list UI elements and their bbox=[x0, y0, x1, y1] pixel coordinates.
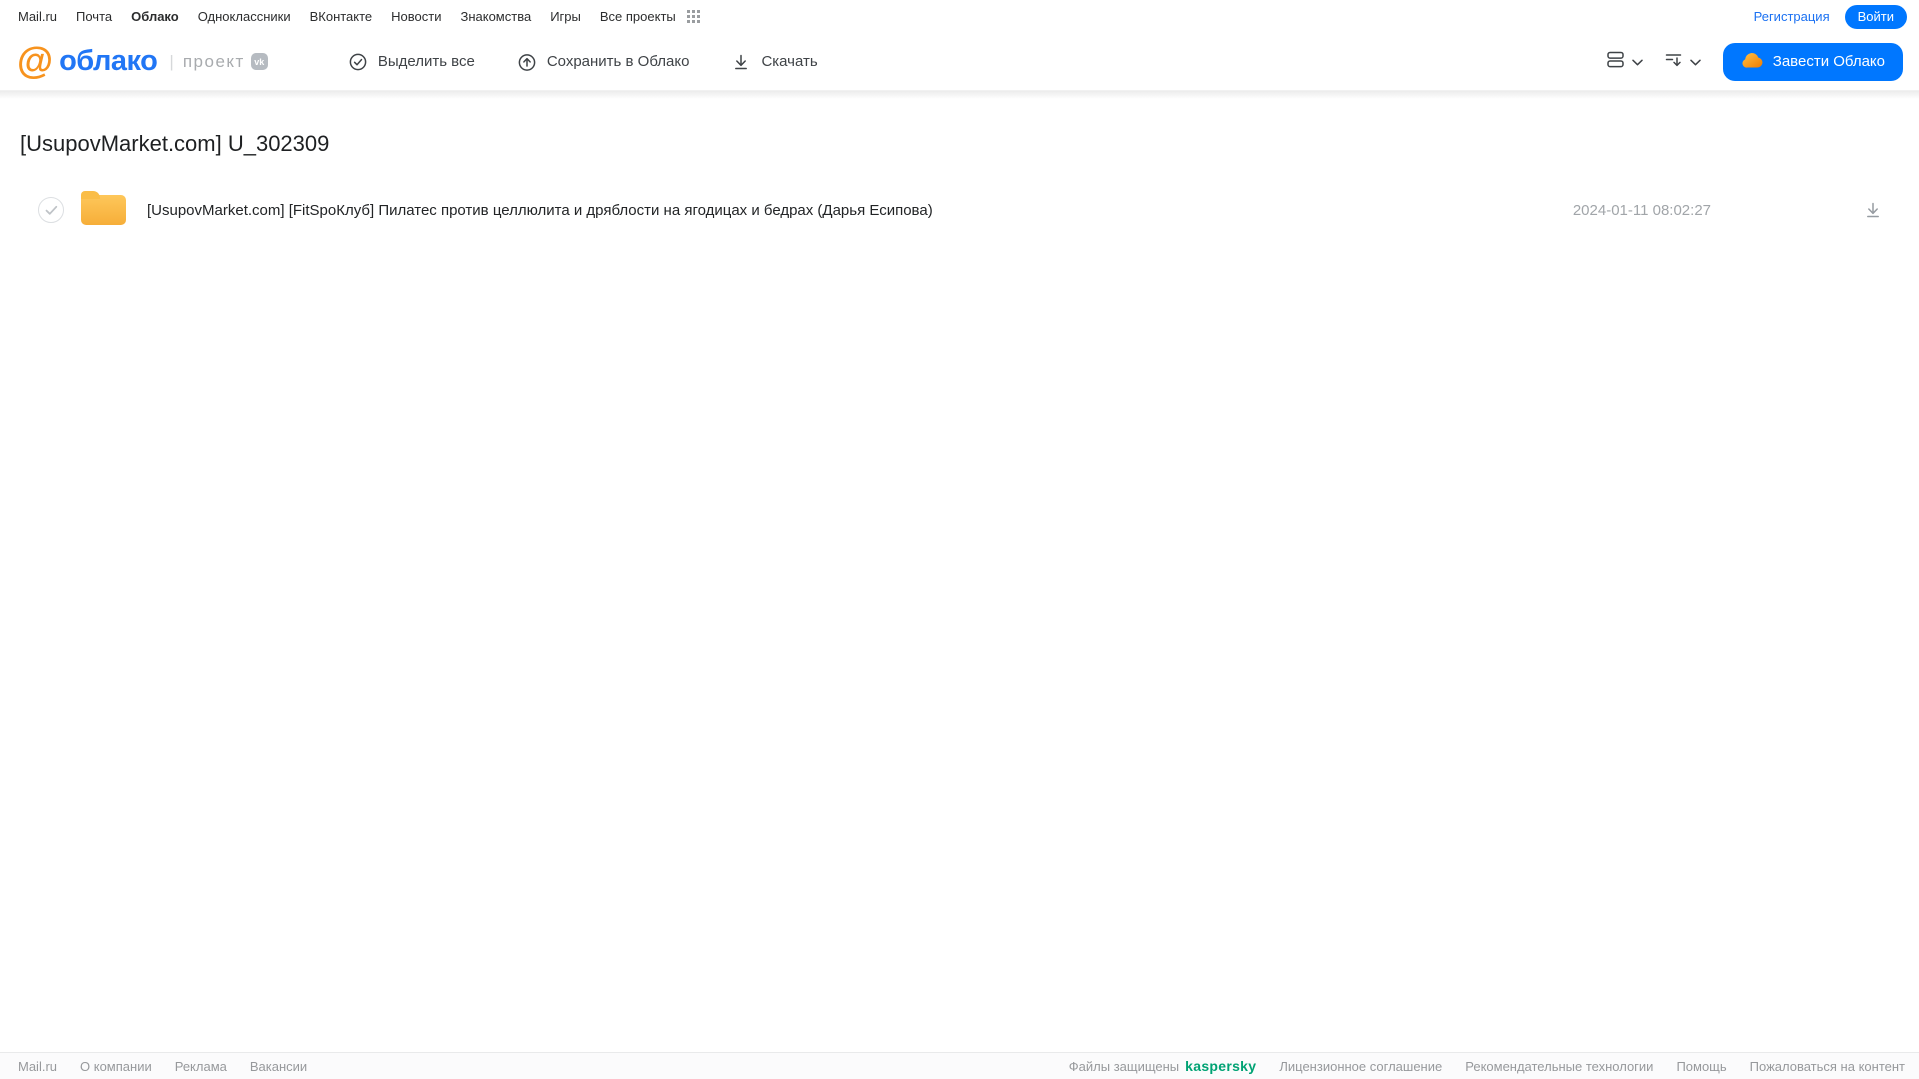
mailru-at-icon: @ bbox=[17, 40, 54, 81]
header-shadow bbox=[0, 90, 1919, 99]
nav-games[interactable]: Игры bbox=[550, 9, 581, 24]
nav-odnoklassniki[interactable]: Одноклассники bbox=[198, 9, 291, 24]
vk-badge-icon: vk bbox=[250, 53, 268, 70]
header-right-controls: Завести Облако bbox=[1605, 42, 1903, 81]
protected-label: Файлы защищены bbox=[1068, 1058, 1180, 1074]
file-row[interactable]: [UsupovMarket.com] [FitSpoКлуб] Пилатес … bbox=[0, 188, 1919, 232]
check-circle-icon bbox=[348, 52, 368, 72]
footer-recommendations-link[interactable]: Рекомендательные технологии bbox=[1465, 1059, 1653, 1074]
download-label: Скачать bbox=[761, 53, 818, 70]
save-to-cloud-button[interactable]: Сохранить в Облако bbox=[517, 52, 690, 72]
logo-text: облако bbox=[59, 45, 158, 77]
nav-cloud[interactable]: Облако bbox=[131, 9, 179, 24]
orange-cloud-icon bbox=[1741, 52, 1764, 72]
page-title: [UsupovMarket.com] U_302309 bbox=[20, 131, 330, 156]
chevron-down-icon bbox=[1632, 53, 1643, 71]
footer-jobs-link[interactable]: Вакансии bbox=[250, 1059, 307, 1074]
sort-dropdown[interactable] bbox=[1663, 49, 1701, 75]
get-cloud-label: Завести Облако bbox=[1772, 53, 1885, 70]
file-name-link[interactable]: [UsupovMarket.com] [FitSpoКлуб] Пилатес … bbox=[147, 202, 933, 219]
all-projects-grid-icon[interactable] bbox=[686, 10, 700, 23]
portal-nav-auth: Регистрация Войти bbox=[1754, 4, 1907, 29]
login-button[interactable]: Войти bbox=[1844, 4, 1907, 29]
footer-license-link[interactable]: Лицензионное соглашение bbox=[1279, 1059, 1442, 1074]
logo-separator: | bbox=[169, 51, 174, 71]
folder-icon bbox=[81, 191, 126, 225]
select-all-button[interactable]: Выделить все bbox=[348, 52, 475, 72]
save-to-cloud-label: Сохранить в Облако bbox=[546, 53, 690, 70]
page-footer: Mail.ru О компании Реклама Вакансии Файл… bbox=[0, 1052, 1919, 1079]
project-label: проект bbox=[182, 51, 245, 71]
kaspersky-logo[interactable]: kaspersky bbox=[1185, 1058, 1256, 1074]
nav-news[interactable]: Новости bbox=[391, 9, 441, 24]
nav-mail[interactable]: Почта bbox=[76, 9, 112, 24]
footer-ads-link[interactable]: Реклама bbox=[175, 1059, 227, 1074]
download-icon bbox=[731, 52, 751, 72]
cloud-upload-icon bbox=[517, 52, 537, 72]
footer-left-links: Mail.ru О компании Реклама Вакансии bbox=[18, 1059, 307, 1074]
nav-dating[interactable]: Знакомства bbox=[460, 9, 531, 24]
cloud-logo[interactable]: @ облако | проект vk bbox=[17, 40, 268, 81]
footer-mailru-link[interactable]: Mail.ru bbox=[18, 1059, 57, 1074]
download-button[interactable]: Скачать bbox=[731, 52, 818, 72]
registration-link[interactable]: Регистрация bbox=[1754, 9, 1830, 24]
footer-help-link[interactable]: Помощь bbox=[1676, 1059, 1726, 1074]
portal-nav-links: Mail.ru Почта Облако Одноклассники ВКонт… bbox=[18, 9, 700, 24]
sort-icon bbox=[1663, 49, 1684, 75]
footer-report-link[interactable]: Пожаловаться на контент bbox=[1750, 1059, 1905, 1074]
file-listing: [UsupovMarket.com] U_302309 [UsupovMarke… bbox=[0, 99, 1919, 1052]
chevron-down-icon bbox=[1690, 53, 1701, 71]
nav-vkontakte[interactable]: ВКонтакте bbox=[310, 9, 373, 24]
footer-about-link[interactable]: О компании bbox=[80, 1059, 152, 1074]
file-download-icon[interactable] bbox=[1863, 200, 1883, 220]
view-mode-dropdown[interactable] bbox=[1605, 49, 1643, 75]
cloud-header: @ облако | проект vk Выделить все Сохран… bbox=[0, 33, 1919, 90]
list-view-icon bbox=[1605, 49, 1626, 75]
footer-right-links: Файлы защищены kaspersky Лицензионное со… bbox=[1069, 1058, 1905, 1074]
kaspersky-protection: Файлы защищены kaspersky bbox=[1069, 1058, 1257, 1074]
nav-all-projects[interactable]: Все проекты bbox=[600, 9, 676, 24]
select-all-label: Выделить все bbox=[377, 53, 475, 70]
portal-nav: Mail.ru Почта Облако Одноклассники ВКонт… bbox=[0, 0, 1919, 33]
get-cloud-button[interactable]: Завести Облако bbox=[1722, 42, 1903, 81]
file-toolbar: Выделить все Сохранить в Облако Скачать bbox=[348, 52, 818, 72]
file-modified-date: 2024-01-11 08:02:27 bbox=[1572, 201, 1711, 219]
nav-mailru[interactable]: Mail.ru bbox=[18, 9, 57, 24]
row-checkbox[interactable] bbox=[38, 197, 64, 223]
